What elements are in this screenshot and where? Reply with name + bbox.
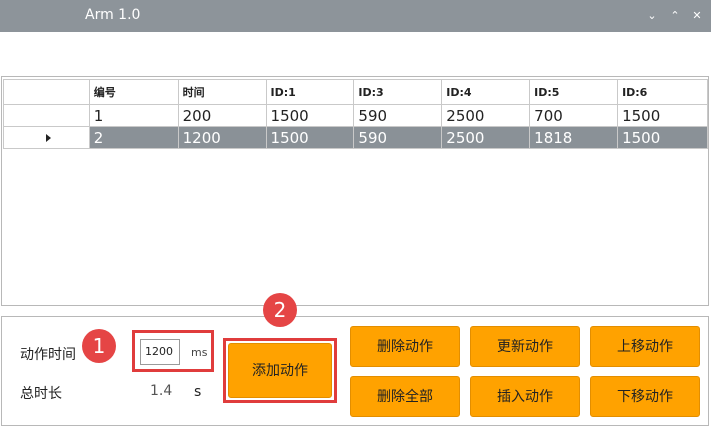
delete-all-button[interactable]: 删除全部 xyxy=(350,376,460,417)
step-badge-1: 1 xyxy=(82,329,116,363)
table-cell[interactable]: 2500 xyxy=(441,126,531,149)
insert-action-button[interactable]: 插入动作 xyxy=(470,376,580,417)
move-down-button[interactable]: 下移动作 xyxy=(590,376,700,417)
row-header[interactable] xyxy=(3,126,90,149)
column-header-id6[interactable]: ID:6 xyxy=(617,79,708,105)
table-cell[interactable]: 1500 xyxy=(617,104,708,127)
table-cell[interactable]: 1818 xyxy=(529,126,619,149)
table-row-selected[interactable]: 2 1200 1500 590 2500 1818 1500 xyxy=(3,126,708,149)
column-header-time[interactable]: 时间 xyxy=(177,79,267,105)
title-bar: Arm 1.0 ⌄ ⌃ ✕ xyxy=(0,0,711,32)
table-cell[interactable]: 1500 xyxy=(617,126,708,149)
window-title: Arm 1.0 xyxy=(85,7,141,23)
delete-action-button[interactable]: 删除动作 xyxy=(350,326,460,367)
column-header-id5[interactable]: ID:5 xyxy=(529,79,619,105)
table-cell[interactable]: 1500 xyxy=(265,104,355,127)
column-header-id3[interactable]: ID:3 xyxy=(353,79,443,105)
row-header[interactable] xyxy=(3,104,90,127)
action-time-label: 动作时间 xyxy=(20,347,76,363)
column-header-id4[interactable]: ID:4 xyxy=(441,79,531,105)
table-row[interactable]: 1 200 1500 590 2500 700 1500 xyxy=(3,104,708,127)
column-header-id1[interactable]: ID:1 xyxy=(265,79,355,105)
highlight-box-time-input xyxy=(132,330,214,372)
total-time-label: 总时长 xyxy=(20,386,62,402)
table-cell[interactable]: 2 xyxy=(88,126,179,149)
table-cell[interactable]: 1 xyxy=(88,104,179,127)
close-icon[interactable]: ✕ xyxy=(690,8,704,24)
action-table[interactable]: 编号 时间 ID:1 ID:3 ID:4 ID:5 ID:6 1 200 150… xyxy=(1,76,709,306)
toolbar-area xyxy=(0,32,711,74)
total-time-value: 1.4 xyxy=(150,383,173,399)
table-cell[interactable]: 1200 xyxy=(177,126,267,149)
table-header-row: 编号 时间 ID:1 ID:3 ID:4 ID:5 ID:6 xyxy=(3,79,708,105)
column-header-number[interactable]: 编号 xyxy=(88,79,179,105)
table-cell[interactable]: 1500 xyxy=(265,126,355,149)
minimize-icon[interactable]: ⌄ xyxy=(645,8,659,24)
table-cell[interactable]: 590 xyxy=(353,126,443,149)
table-cell[interactable]: 590 xyxy=(353,104,443,127)
table-cell[interactable]: 700 xyxy=(529,104,619,127)
move-up-button[interactable]: 上移动作 xyxy=(590,326,700,367)
total-time-unit: s xyxy=(194,384,202,400)
update-action-button[interactable]: 更新动作 xyxy=(470,326,580,367)
table-cell[interactable]: 200 xyxy=(177,104,267,127)
row-header-corner xyxy=(3,79,90,105)
add-action-button[interactable]: 添加动作 xyxy=(228,343,332,398)
table-cell[interactable]: 2500 xyxy=(441,104,531,127)
current-row-arrow-icon xyxy=(46,134,51,142)
maximize-icon[interactable]: ⌃ xyxy=(668,8,682,24)
step-badge-2: 2 xyxy=(263,293,297,327)
